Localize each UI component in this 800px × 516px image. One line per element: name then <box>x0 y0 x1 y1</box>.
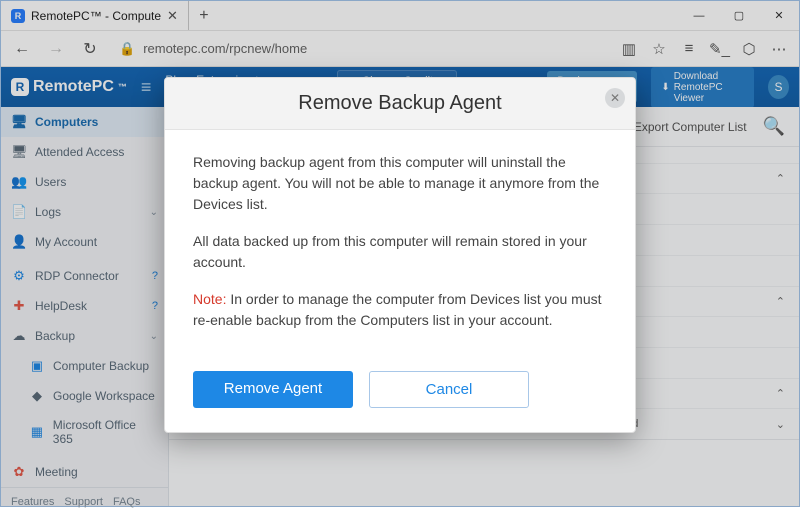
remove-agent-button[interactable]: Remove Agent <box>193 371 353 408</box>
modal-title: Remove Backup Agent <box>298 92 501 114</box>
note-text: In order to manage the computer from Dev… <box>193 291 602 328</box>
cancel-button[interactable]: Cancel <box>369 371 529 408</box>
modal-footer: Remove Agent Cancel <box>165 357 635 432</box>
modal-body: Removing backup agent from this computer… <box>165 130 635 357</box>
modal-header: Remove Backup Agent ✕ <box>165 78 635 130</box>
modal-overlay: Remove Backup Agent ✕ Removing backup ag… <box>1 1 799 506</box>
note-label: Note: <box>193 291 226 307</box>
modal-close-icon[interactable]: ✕ <box>605 88 625 108</box>
modal-para2: All data backed up from this computer wi… <box>193 231 607 273</box>
modal-note: Note: In order to manage the computer fr… <box>193 289 607 331</box>
modal-para1: Removing backup agent from this computer… <box>193 152 607 215</box>
remove-backup-modal: Remove Backup Agent ✕ Removing backup ag… <box>164 77 636 433</box>
